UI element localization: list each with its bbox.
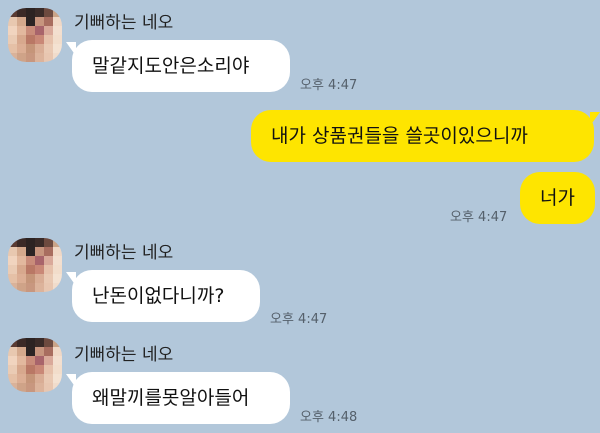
message-timestamp: 오후 4:47 <box>450 210 508 225</box>
message-timestamp: 오후 4:48 <box>300 410 358 425</box>
message-timestamp: 오후 4:47 <box>300 78 358 93</box>
sender-name: 기뻐하는 네오 <box>74 13 174 33</box>
message-bubble[interactable]: 난돈이없다니까? <box>72 270 260 322</box>
sender-avatar[interactable] <box>8 238 62 292</box>
sender-avatar[interactable] <box>8 8 62 62</box>
sender-name: 기뻐하는 네오 <box>74 243 174 263</box>
message-bubble[interactable]: 너가 <box>520 172 595 224</box>
message-bubble[interactable]: 말같지도안은소리야 <box>72 40 290 92</box>
message-bubble[interactable]: 왜말끼를못알아들어 <box>72 372 290 424</box>
message-bubble[interactable]: 내가 상품권들을 쓸곳이있으니까 <box>251 110 594 162</box>
message-timestamp: 오후 4:47 <box>270 312 328 327</box>
sender-avatar[interactable] <box>8 338 62 392</box>
sender-name: 기뻐하는 네오 <box>74 345 174 365</box>
